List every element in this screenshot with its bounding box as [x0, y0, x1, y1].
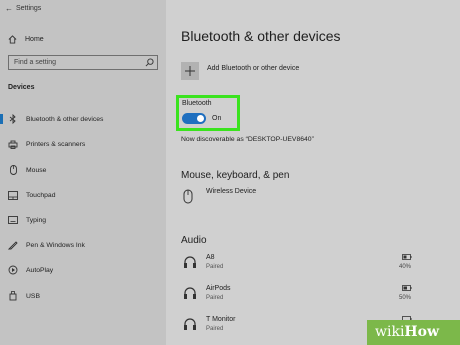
- search-placeholder: Find a setting: [14, 59, 57, 66]
- search-icon[interactable]: [145, 58, 154, 67]
- discoverable-text: Now discoverable as “DESKTOP-UEV8640”: [181, 136, 314, 143]
- add-device-label[interactable]: Add Bluetooth or other device: [207, 65, 299, 72]
- headphones-icon: [184, 256, 196, 268]
- device-name: AirPods: [206, 285, 231, 292]
- autoplay-icon: [0, 265, 26, 275]
- sidebar-item-printers[interactable]: Printers & scanners: [0, 136, 166, 152]
- device-name: T Monitor: [206, 316, 236, 323]
- sidebar-item-usb[interactable]: USB: [0, 288, 166, 304]
- back-arrow-icon[interactable]: ←: [5, 4, 13, 13]
- mouse-icon: [0, 165, 26, 175]
- mouse-icon: [183, 189, 193, 204]
- nav-home[interactable]: Home: [8, 33, 44, 45]
- wikihow-watermark: wikiHow: [367, 320, 460, 345]
- toggle-knob: [197, 115, 204, 122]
- add-device-button[interactable]: [181, 62, 199, 80]
- device-a8[interactable]: A8 Paired 40%: [181, 252, 446, 278]
- sidebar-item-label: Typing: [26, 216, 47, 224]
- sidebar-item-label: Mouse: [26, 166, 47, 174]
- main-panel: Bluetooth & other devices Add Bluetooth …: [166, 0, 460, 345]
- device-status: Paired: [206, 264, 224, 270]
- audio-heading: Audio: [181, 235, 207, 246]
- home-icon: [8, 34, 17, 44]
- bluetooth-toggle-state: On: [212, 115, 222, 122]
- page-title: Bluetooth & other devices: [181, 28, 341, 44]
- usb-icon: [0, 291, 26, 301]
- watermark-wiki: wiki: [375, 324, 405, 340]
- mkp-heading: Mouse, keyboard, & pen: [181, 170, 290, 181]
- sidebar-item-mouse[interactable]: Mouse: [0, 162, 166, 178]
- battery-percent: 50%: [399, 295, 412, 301]
- printer-icon: [0, 140, 26, 149]
- section-devices-label: Devices: [8, 84, 35, 91]
- sidebar-item-label: AutoPlay: [26, 266, 54, 274]
- device-name: Wireless Device: [206, 188, 257, 195]
- headphones-icon: [184, 287, 196, 299]
- search-input[interactable]: Find a setting: [8, 55, 158, 70]
- sidebar-item-label: Printers & scanners: [26, 140, 86, 148]
- sidebar: ← Settings Home Find a setting Devices B…: [0, 0, 166, 345]
- device-wireless[interactable]: Wireless Device: [181, 186, 446, 212]
- watermark-how: How: [404, 324, 440, 340]
- device-name: A8: [206, 254, 215, 261]
- nav-home-label: Home: [25, 35, 44, 43]
- sidebar-item-label: Bluetooth & other devices: [26, 115, 104, 123]
- sidebar-item-bluetooth[interactable]: Bluetooth & other devices: [0, 111, 166, 127]
- device-status: Paired: [206, 295, 224, 301]
- bluetooth-icon: [0, 114, 26, 124]
- sidebar-item-typing[interactable]: Typing: [0, 212, 166, 228]
- sidebar-item-pen[interactable]: Pen & Windows Ink: [0, 237, 166, 253]
- bluetooth-toggle[interactable]: [182, 113, 206, 124]
- headphones-icon: [184, 318, 196, 330]
- device-status: Paired: [206, 326, 224, 332]
- sidebar-item-label: Touchpad: [26, 191, 56, 199]
- device-airpods[interactable]: AirPods Paired 50%: [181, 283, 446, 309]
- keyboard-icon: [0, 216, 26, 224]
- battery-icon: [402, 254, 412, 260]
- pen-icon: [0, 240, 26, 250]
- sidebar-item-label: Pen & Windows Ink: [26, 241, 85, 249]
- sidebar-item-autoplay[interactable]: AutoPlay: [0, 262, 166, 278]
- battery-percent: 40%: [399, 264, 412, 270]
- sidebar-item-label: USB: [26, 292, 40, 300]
- sidebar-item-touchpad[interactable]: Touchpad: [0, 187, 166, 203]
- bluetooth-label: Bluetooth: [182, 100, 212, 107]
- app-title: Settings: [16, 5, 42, 12]
- touchpad-icon: [0, 190, 26, 200]
- plus-icon: [185, 66, 195, 76]
- battery-icon: [402, 285, 412, 291]
